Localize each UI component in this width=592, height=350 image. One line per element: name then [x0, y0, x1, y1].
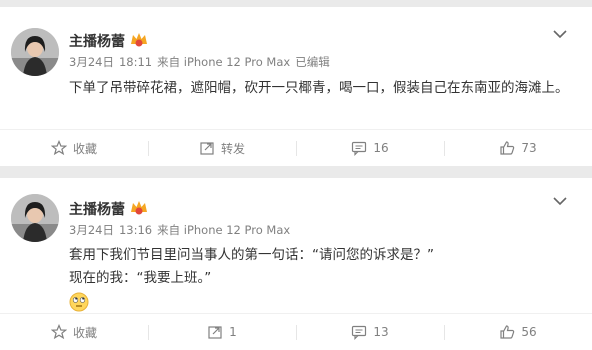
vip-badge-icon[interactable] [130, 32, 148, 47]
favorite-button[interactable]: 收藏 [0, 314, 148, 350]
repost-label: 转发 [220, 141, 245, 156]
like-count: 56 [521, 325, 537, 339]
comment-button[interactable]: 16 [296, 130, 444, 166]
post-date[interactable]: 3月24日 [69, 55, 114, 69]
repost-icon [200, 142, 214, 155]
thumbs-up-icon [500, 325, 515, 339]
post-source: 来自 iPhone 12 Pro Max [157, 55, 291, 69]
like-button[interactable]: 56 [444, 314, 592, 350]
star-icon [50, 324, 67, 340]
thumbs-up-icon [500, 141, 515, 155]
chevron-down-icon[interactable] [553, 29, 567, 39]
comment-count: 16 [373, 141, 389, 155]
post-meta: 3月24日 13:16 来自 iPhone 12 Pro Max [69, 222, 295, 238]
like-count: 73 [521, 141, 537, 155]
repost-button[interactable]: 转发 [148, 130, 296, 166]
repost-icon [208, 326, 222, 339]
username[interactable]: 主播杨蕾 [69, 199, 125, 219]
like-button[interactable]: 73 [444, 130, 592, 166]
action-bar: 收藏 1 13 56 [0, 313, 592, 350]
post-time[interactable]: 13:16 [119, 223, 152, 237]
post-content: 套用下我们节目里问当事人的第一句话：“请问您的诉求是？” 现在的我：“我要上班。… [69, 244, 569, 320]
action-bar: 收藏 转发 16 73 [0, 129, 592, 166]
post-text-line: 套用下我们节目里问当事人的第一句话：“请问您的诉求是？” [69, 247, 434, 263]
repost-button[interactable]: 1 [148, 314, 296, 350]
post-text-line: 下单了吊带碎花裙，遮阳帽，砍开一只椰青，喝一口，假装自己在东南亚的海滩上。 [69, 80, 569, 96]
avatar[interactable] [11, 194, 59, 242]
vip-badge-icon[interactable] [130, 200, 148, 215]
weibo-post: 主播杨蕾 3月24日 13:16 来自 iPhone 12 Pro Max 套用下我… [0, 178, 592, 350]
star-icon [50, 140, 67, 156]
comment-button[interactable]: 13 [296, 314, 444, 350]
comment-icon [352, 141, 367, 156]
post-source: 来自 iPhone 12 Pro Max [157, 223, 291, 237]
favorite-label: 收藏 [72, 141, 97, 156]
post-date[interactable]: 3月24日 [69, 223, 114, 237]
eye-roll-emoji-icon [69, 292, 89, 312]
weibo-post: 主播杨蕾 3月24日 18:11 来自 iPhone 12 Pro Max 已编辑 下… [0, 7, 592, 166]
post-text-line: 现在的我：“我要上班。” [69, 270, 212, 286]
edited-label[interactable]: 已编辑 [295, 55, 330, 69]
post-time[interactable]: 18:11 [119, 55, 152, 69]
post-content: 下单了吊带碎花裙，遮阳帽，砍开一只椰青，喝一口，假装自己在东南亚的海滩上。 [69, 77, 569, 100]
avatar[interactable] [11, 28, 59, 76]
post-meta: 3月24日 18:11 来自 iPhone 12 Pro Max 已编辑 [69, 54, 335, 70]
comment-count: 13 [373, 325, 389, 339]
favorite-button[interactable]: 收藏 [0, 130, 148, 166]
favorite-label: 收藏 [72, 325, 97, 340]
username[interactable]: 主播杨蕾 [69, 31, 125, 51]
comment-icon [352, 325, 367, 340]
repost-count: 1 [229, 325, 237, 339]
chevron-down-icon[interactable] [553, 196, 567, 206]
